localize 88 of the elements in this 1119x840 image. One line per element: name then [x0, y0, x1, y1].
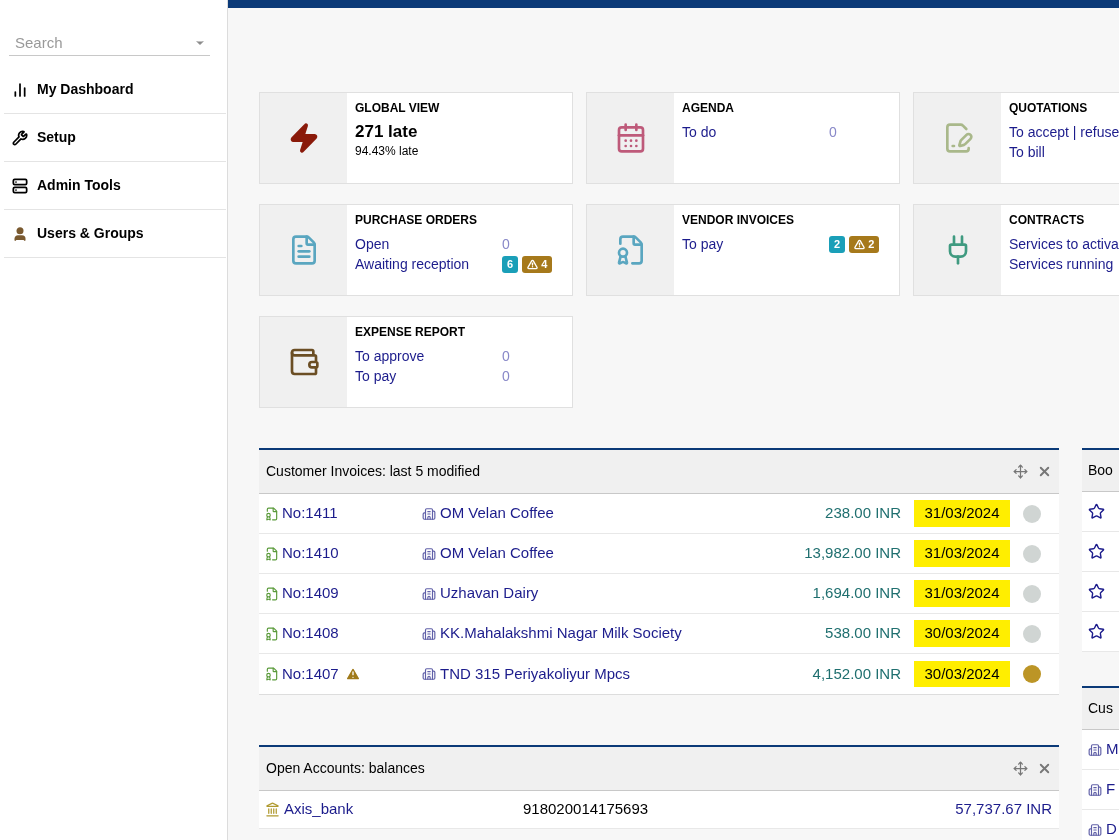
date-text: 30/03/2024	[914, 620, 1010, 647]
card-title: VENDOR INVOICES	[682, 212, 796, 229]
bank-icon	[265, 802, 280, 817]
company-link[interactable]: Uzhavan Dairy	[440, 582, 539, 605]
amount-text: 13,982.00 INR	[803, 543, 901, 564]
count-text: 0	[829, 122, 837, 142]
invoice-icon	[265, 546, 279, 561]
building-icon	[422, 506, 436, 521]
move-icon[interactable]	[1013, 761, 1028, 776]
account-link[interactable]: Axis_bank	[284, 798, 354, 821]
card-link[interactable]: To pay	[355, 365, 502, 387]
invoice-icon	[265, 506, 279, 521]
building-icon	[1088, 742, 1102, 757]
amount-text: 4,152.00 INR	[811, 663, 901, 684]
count-text: 0	[502, 346, 510, 366]
stat-value: 271 late	[355, 122, 419, 142]
card-link[interactable]: To accept | refuse	[1009, 121, 1119, 143]
card-title: CONTRACTS	[1009, 212, 1086, 229]
stat-subtitle: 94.43% late	[355, 143, 420, 160]
building-icon	[422, 626, 436, 641]
company-link[interactable]: D	[1106, 818, 1117, 840]
close-icon[interactable]	[1037, 761, 1052, 776]
count-badge: 2	[829, 235, 846, 253]
date-text: 30/03/2024	[914, 660, 1010, 688]
warning-badge: 4	[522, 255, 553, 273]
amount-text: 1,694.00 INR	[811, 583, 901, 604]
sidebar-item[interactable]: Admin Tools	[4, 162, 226, 210]
move-icon[interactable]	[1013, 464, 1028, 479]
building-icon	[422, 586, 436, 601]
card-link[interactable]: To pay	[682, 233, 829, 255]
amount-text: 538.00 INR	[824, 623, 901, 644]
date-text: 31/03/2024	[914, 580, 1010, 607]
star-icon[interactable]	[1088, 623, 1105, 640]
sidebar-item[interactable]: Users & Groups	[4, 210, 226, 258]
amount-text: 238.00 INR	[824, 503, 901, 524]
building-icon	[422, 667, 436, 681]
building-icon	[1088, 782, 1102, 797]
date-text: 31/03/2024	[914, 540, 1010, 567]
invoice-icon	[265, 667, 279, 681]
invoice-link[interactable]: No:1409	[282, 582, 339, 605]
date-text: 31/03/2024	[914, 500, 1010, 527]
count-text: 0	[502, 234, 510, 254]
sidebar-item[interactable]: Setup	[4, 114, 226, 162]
invoice-icon	[265, 586, 279, 601]
company-link[interactable]: OM Velan Coffee	[440, 542, 554, 565]
invoice-link[interactable]: No:1411	[282, 502, 338, 525]
card-title: AGENDA	[682, 100, 735, 117]
card-title: PURCHASE ORDERS	[355, 212, 478, 229]
company-link[interactable]: OM Velan Coffee	[440, 502, 554, 525]
account-number: 918020014175693	[523, 799, 650, 820]
server-icon	[12, 177, 28, 194]
invoice-link[interactable]: No:1408	[282, 622, 339, 645]
invoice-icon	[265, 626, 279, 641]
star-icon[interactable]	[1088, 543, 1105, 560]
card-link[interactable]: Services to activa	[1009, 233, 1119, 255]
company-link[interactable]: TND 315 Periyakoliyur Mpcs	[440, 662, 631, 686]
company-link[interactable]: F	[1106, 778, 1116, 801]
invoice-link[interactable]: No:1407	[282, 662, 339, 686]
panel-title: Open Accounts: balances	[266, 759, 426, 778]
invoice-link[interactable]: No:1410	[282, 542, 339, 565]
warning-badge: 2	[849, 235, 880, 253]
chart-icon	[12, 81, 28, 98]
star-icon[interactable]	[1088, 583, 1105, 600]
tools-icon	[12, 129, 28, 146]
count-badge: 6	[502, 255, 519, 273]
building-icon	[1088, 822, 1102, 837]
close-icon[interactable]	[1037, 464, 1052, 479]
search-field[interactable]: Search	[9, 30, 210, 56]
card-link[interactable]: Open	[355, 233, 502, 255]
card-link[interactable]: To do	[682, 121, 829, 143]
card-title: QUOTATIONS	[1009, 100, 1089, 117]
card-link[interactable]: To bill	[1009, 141, 1119, 163]
user-icon	[12, 225, 28, 242]
building-icon	[422, 546, 436, 561]
card-link[interactable]: Services running	[1009, 253, 1119, 275]
star-icon[interactable]	[1088, 503, 1105, 520]
card-link[interactable]: Awaiting reception	[355, 253, 502, 275]
balance-text: 57,737.67 INR	[955, 799, 1052, 820]
company-link[interactable]: M	[1106, 738, 1119, 761]
card-title: EXPENSE REPORT	[355, 324, 467, 341]
panel-title: Boo	[1088, 461, 1113, 480]
company-link[interactable]: KK.Mahalakshmi Nagar Milk Society	[440, 622, 682, 645]
panel-title: Customer Invoices: last 5 modified	[266, 462, 481, 481]
card-title: GLOBAL VIEW	[355, 100, 441, 117]
count-text: 0	[502, 366, 510, 386]
panel-title: Cus	[1088, 699, 1113, 718]
card-link[interactable]: To approve	[355, 345, 502, 367]
sidebar-item[interactable]: My Dashboard	[4, 66, 226, 114]
